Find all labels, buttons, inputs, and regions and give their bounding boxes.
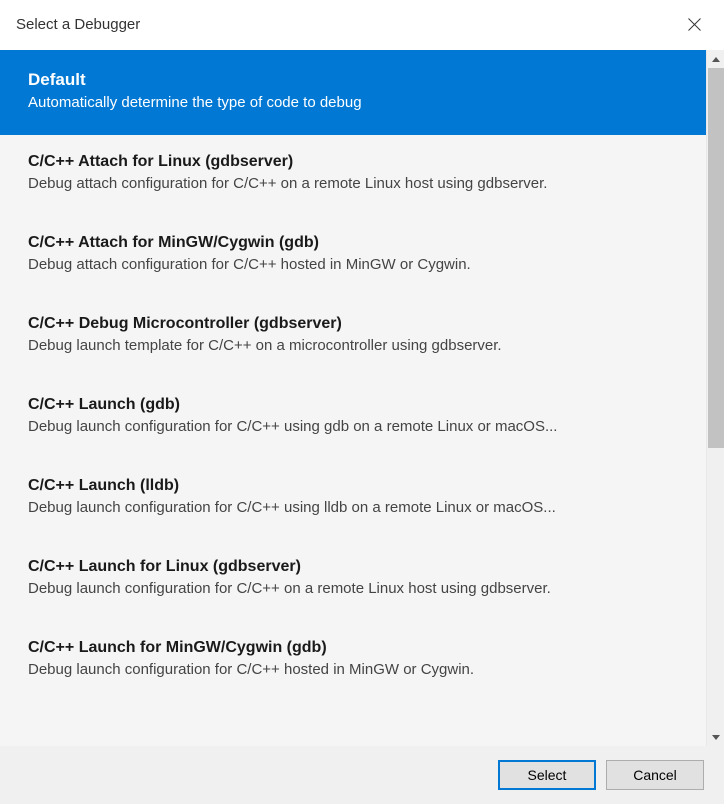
list-item[interactable]: C/C++ Attach for MinGW/Cygwin (gdb) Debu…	[0, 216, 706, 297]
scroll-up-arrow[interactable]	[707, 50, 724, 68]
dialog-title: Select a Debugger	[16, 16, 140, 33]
close-button[interactable]	[680, 10, 708, 38]
close-icon	[688, 18, 701, 31]
list-item-title: C/C++ Launch for Linux (gdbserver)	[28, 558, 678, 576]
list-item[interactable]: C/C++ Launch for MinGW/Cygwin (gdb) Debu…	[0, 621, 706, 702]
list-item[interactable]: Default Automatically determine the type…	[0, 50, 706, 135]
titlebar: Select a Debugger	[0, 0, 724, 50]
scroll-down-arrow[interactable]	[707, 728, 724, 746]
scrollbar[interactable]	[706, 50, 724, 746]
list-item[interactable]: C/C++ Launch (gdb) Debug launch configur…	[0, 378, 706, 459]
cancel-button[interactable]: Cancel	[606, 760, 704, 790]
list-item-title: C/C++ Launch (lldb)	[28, 477, 678, 495]
list-item-desc: Debug attach configuration for C/C++ on …	[28, 175, 678, 192]
list-item-desc: Automatically determine the type of code…	[28, 94, 678, 111]
list-item-desc: Debug launch configuration for C/C++ usi…	[28, 418, 678, 435]
list-item[interactable]: C/C++ Launch (lldb) Debug launch configu…	[0, 459, 706, 540]
list-item-desc: Debug attach configuration for C/C++ hos…	[28, 256, 678, 273]
list-item-title: C/C++ Attach for Linux (gdbserver)	[28, 153, 678, 171]
list-item-desc: Debug launch template for C/C++ on a mic…	[28, 337, 678, 354]
list-item[interactable]: C/C++ Launch for Linux (gdbserver) Debug…	[0, 540, 706, 621]
list-item-title: C/C++ Launch (gdb)	[28, 396, 678, 414]
chevron-up-icon	[712, 57, 720, 62]
list-item-desc: Debug launch configuration for C/C++ hos…	[28, 661, 678, 678]
debugger-list: Default Automatically determine the type…	[0, 50, 706, 746]
list-item[interactable]: C/C++ Attach for Linux (gdbserver) Debug…	[0, 135, 706, 216]
list-item-title: C/C++ Launch for MinGW/Cygwin (gdb)	[28, 639, 678, 657]
list-item-title: C/C++ Debug Microcontroller (gdbserver)	[28, 315, 678, 333]
chevron-down-icon	[712, 735, 720, 740]
select-button[interactable]: Select	[498, 760, 596, 790]
scrollbar-thumb[interactable]	[708, 68, 724, 448]
content-area: Default Automatically determine the type…	[0, 50, 724, 746]
list-item-title: Default	[28, 70, 678, 90]
list-item-desc: Debug launch configuration for C/C++ usi…	[28, 499, 678, 516]
list-item[interactable]: C/C++ Debug Microcontroller (gdbserver) …	[0, 297, 706, 378]
button-bar: Select Cancel	[0, 746, 724, 804]
list-item-title: C/C++ Attach for MinGW/Cygwin (gdb)	[28, 234, 678, 252]
list-item-desc: Debug launch configuration for C/C++ on …	[28, 580, 678, 597]
